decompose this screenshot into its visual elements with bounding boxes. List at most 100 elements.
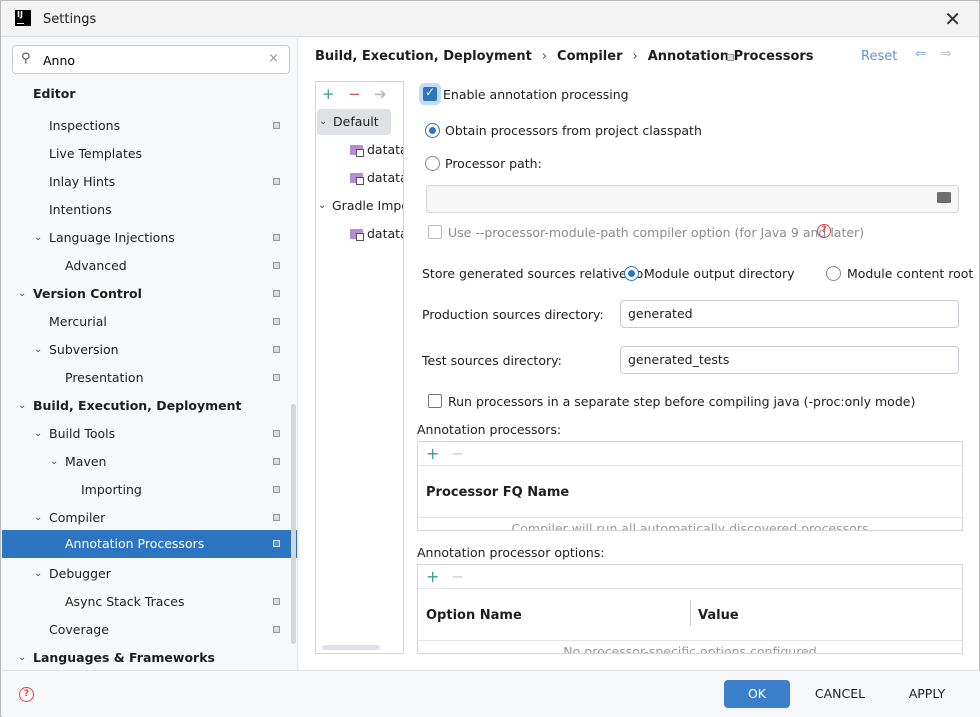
tree-item-editor[interactable]: Editor [2, 80, 297, 108]
chevron-down-icon[interactable]: ⌄ [18, 644, 30, 670]
browse-folder-icon[interactable] [937, 192, 951, 203]
cancel-button[interactable]: CANCEL [808, 680, 872, 708]
module-output-radio[interactable] [624, 266, 639, 281]
add-processor-icon[interactable]: + [426, 444, 439, 463]
chevron-down-icon[interactable]: ⌄ [34, 504, 46, 532]
breadcrumb-item[interactable]: Compiler [557, 49, 622, 64]
tree-item-label: Annotation Processors [65, 536, 205, 551]
processor-path-field[interactable] [426, 185, 959, 213]
run-separate-label: Run processors in a separate step before… [448, 394, 916, 409]
remove-profile-icon[interactable]: − [348, 85, 361, 103]
tree-item-advanced[interactable]: Advanced [2, 252, 297, 280]
profile-item-default[interactable]: ⌄ Default [317, 109, 391, 135]
obtain-classpath-radio[interactable] [425, 123, 440, 138]
help-icon[interactable]: ? [817, 224, 831, 238]
profile-item-gradle[interactable]: ⌄ Gradle Impor [316, 193, 403, 219]
chevron-down-icon[interactable]: ⌄ [18, 392, 30, 420]
tree-item-annotation-processors[interactable]: Annotation Processors [2, 530, 297, 558]
tree-item-async-stack-traces[interactable]: Async Stack Traces [2, 588, 297, 616]
processor-path-radio[interactable] [425, 156, 440, 171]
tree-item-inlay-hints[interactable]: Inlay Hints [2, 168, 297, 196]
chevron-down-icon[interactable]: ⌄ [318, 193, 326, 219]
clear-search-icon[interactable]: × [268, 51, 279, 66]
tree-item-label: Importing [81, 482, 142, 497]
tree-item-language-injections[interactable]: ⌄ Language Injections [2, 224, 297, 252]
module-content-radio[interactable] [826, 266, 841, 281]
tree-item-label: Coverage [49, 622, 109, 637]
project-level-icon [273, 178, 280, 185]
profiles-list: + − ➔ ⌄ Default datata datata. ⌄ Gradle … [315, 81, 404, 654]
project-level-icon [273, 626, 280, 633]
chevron-down-icon[interactable]: ⌄ [34, 336, 46, 364]
tree-item-languages-frameworks[interactable]: ⌄ Languages & Frameworks [2, 644, 297, 670]
tree-item-label: Live Templates [49, 146, 143, 161]
ok-button[interactable]: OK [724, 680, 790, 708]
remove-processor-icon[interactable]: − [451, 444, 464, 463]
back-arrow-icon[interactable]: ⇐ [915, 46, 927, 62]
tree-item-presentation[interactable]: Presentation [2, 364, 297, 392]
tree-item-live-templates[interactable]: Live Templates [2, 140, 297, 168]
tree-item-mercurial[interactable]: Mercurial [2, 308, 297, 336]
tree-item-inspections[interactable]: Inspections [2, 112, 297, 140]
project-level-icon [273, 514, 280, 521]
production-dir-field[interactable]: generated [620, 300, 959, 328]
chevron-down-icon[interactable]: ⌄ [34, 420, 46, 448]
profile-module-item[interactable]: datata. [316, 165, 403, 191]
add-profile-icon[interactable]: + [322, 85, 335, 103]
test-dir-field[interactable]: generated_tests [620, 346, 959, 374]
remove-option-icon[interactable]: − [451, 567, 464, 586]
forward-arrow-icon[interactable]: ⇒ [940, 46, 952, 62]
tree-item-label: Editor [33, 86, 76, 101]
move-profile-icon[interactable]: ➔ [374, 85, 387, 103]
processors-empty-text: Compiler will run all automatically disc… [511, 521, 869, 531]
tree-item-build-tools[interactable]: ⌄ Build Tools [2, 420, 297, 448]
tree-item-label: Inlay Hints [49, 174, 116, 189]
chevron-down-icon[interactable]: ⌄ [50, 448, 62, 476]
breadcrumb-item[interactable]: Build, Execution, Deployment [315, 49, 532, 64]
column-separator[interactable] [690, 600, 691, 626]
chevron-down-icon[interactable]: ⌄ [319, 109, 327, 135]
tree-item-coverage[interactable]: Coverage [2, 616, 297, 644]
tree-item-maven[interactable]: ⌄ Maven [2, 448, 297, 476]
module-path-checkbox[interactable] [428, 225, 442, 239]
enable-processing-checkbox[interactable] [423, 85, 437, 101]
project-level-icon [727, 54, 734, 61]
chevron-down-icon[interactable]: ⌄ [34, 224, 46, 252]
project-level-icon [273, 430, 280, 437]
options-section-title: Annotation processor options: [417, 545, 605, 560]
module-folder-icon [350, 229, 364, 241]
title-bar: IJ Settings ✕ [1, 1, 979, 37]
tree-item-importing[interactable]: Importing [2, 476, 297, 504]
chevron-down-icon[interactable]: ⌄ [34, 560, 46, 588]
apply-button[interactable]: APPLY [897, 680, 957, 708]
help-icon[interactable]: ? [19, 687, 34, 702]
tree-item-compiler[interactable]: ⌄ Compiler [2, 504, 297, 532]
profile-module-item[interactable]: datata [316, 137, 403, 163]
tree-item-debugger[interactable]: ⌄ Debugger [2, 560, 297, 588]
search-field[interactable]: ⚲ × [12, 45, 290, 74]
reset-link[interactable]: Reset [861, 49, 897, 64]
column-header-option-name[interactable]: Option Name [426, 608, 522, 623]
chevron-down-icon[interactable]: ⌄ [18, 280, 30, 308]
tree-item-label: Mercurial [49, 314, 107, 329]
search-input[interactable] [43, 51, 263, 69]
tree-item-label: Maven [65, 454, 107, 469]
add-option-icon[interactable]: + [426, 567, 439, 586]
close-icon[interactable]: ✕ [944, 7, 961, 31]
module-path-label: Use --processor-module-path compiler opt… [448, 225, 865, 240]
column-header-fq-name[interactable]: Processor FQ Name [426, 485, 569, 500]
profiles-scrollbar[interactable] [322, 645, 380, 650]
tree-item-build-execution-deployment[interactable]: ⌄ Build, Execution, Deployment [2, 392, 297, 420]
tree-item-version-control[interactable]: ⌄ Version Control [2, 280, 297, 308]
tree-scrollbar[interactable] [291, 404, 296, 644]
tree-item-label: Advanced [65, 258, 127, 273]
tree-item-subversion[interactable]: ⌄ Subversion [2, 336, 297, 364]
obtain-classpath-label: Obtain processors from project classpath [445, 123, 702, 138]
project-level-icon [273, 458, 280, 465]
profile-module-item[interactable]: datata. [316, 221, 403, 247]
profile-label: datata [367, 142, 404, 157]
tree-item-intentions[interactable]: Intentions [2, 196, 297, 224]
module-folder-icon [350, 145, 364, 157]
column-header-value[interactable]: Value [698, 608, 739, 623]
run-separate-checkbox[interactable] [428, 394, 442, 408]
